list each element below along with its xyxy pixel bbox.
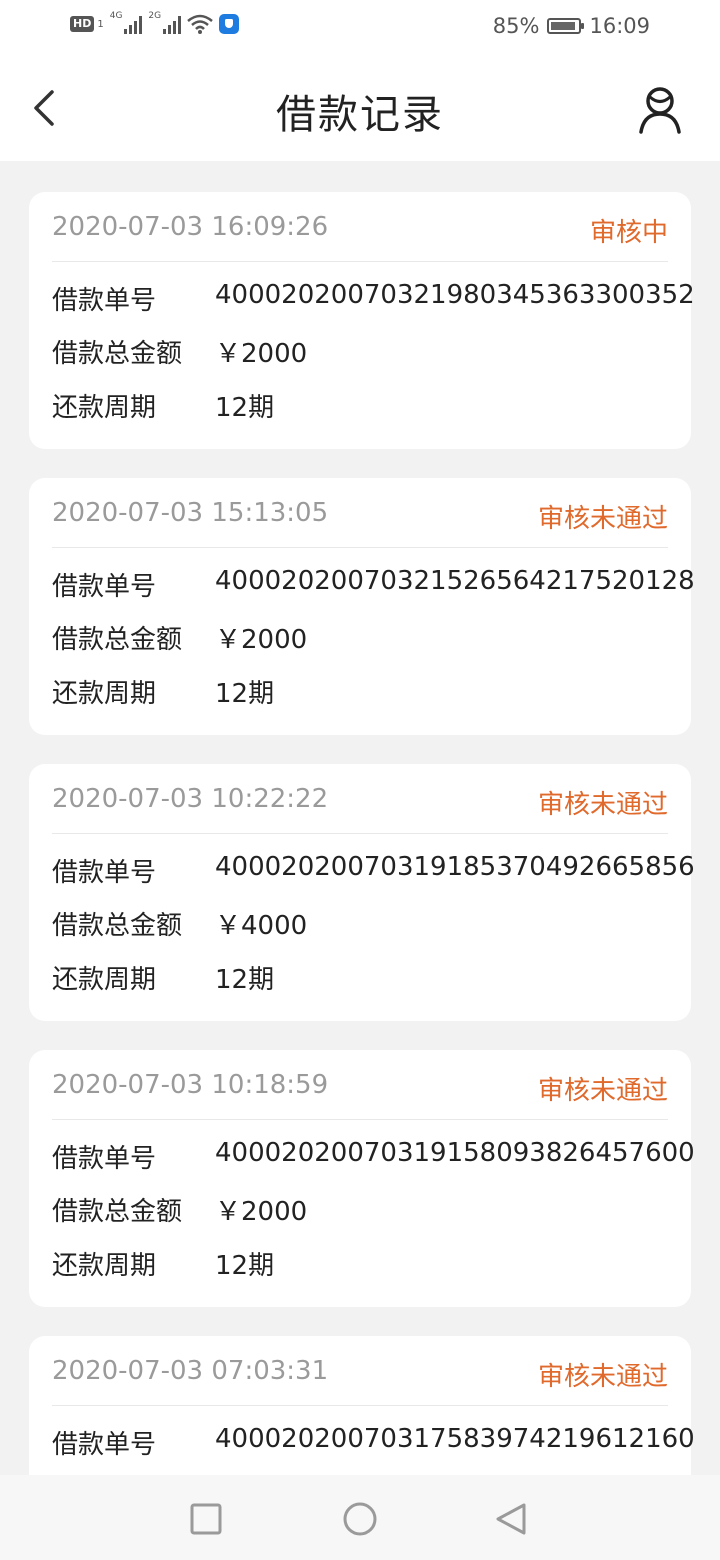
order-no-value: 40002020070319158093826457600 [215,1138,695,1168]
sim-number: 1 [97,18,104,30]
record-status: 审核未通过 [537,1076,668,1106]
user-profile-button[interactable] [636,84,684,136]
user-icon [639,87,681,134]
card-divider [52,261,668,262]
triangle-back-icon [496,1503,526,1535]
period-label: 还款周期 [52,965,157,995]
hd-icon: HD [70,16,95,32]
record-time: 2020-07-03 16:09:26 [52,212,329,242]
record-time: 2020-07-03 10:22:22 [52,784,329,814]
card-divider [52,1405,668,1406]
record-status: 审核未通过 [537,790,668,820]
period-value: 12期 [215,1251,275,1281]
record-card[interactable]: 2020-07-03 07:03:31 审核未通过 借款单号 400020200… [29,1336,695,1475]
loan-record-list[interactable]: 2020-07-03 16:09:26 审核中 借款单号 40002020070… [0,161,720,1475]
amount-value: ￥4000 [215,911,308,941]
clock: 16:09 [589,14,650,38]
amount-value: ￥2000 [215,339,308,369]
order-no-label: 借款单号 [52,286,157,316]
period-label: 还款周期 [52,679,157,709]
period-value: 12期 [215,393,275,423]
signal-icon-2 [163,14,182,34]
period-value: 12期 [215,679,275,709]
record-status: 审核未通过 [537,1362,668,1392]
card-divider [52,833,668,834]
record-status: 审核未通过 [537,504,668,534]
amount-value: ￥2000 [215,1197,308,1227]
order-no-label: 借款单号 [52,858,157,888]
card-divider [52,547,668,548]
record-card[interactable]: 2020-07-03 15:13:05 审核未通过 借款单号 400020200… [29,478,695,735]
record-time: 2020-07-03 07:03:31 [52,1356,329,1386]
amount-value: ￥2000 [215,625,308,655]
period-label: 还款周期 [52,393,157,423]
recents-button[interactable] [184,1497,228,1541]
record-time: 2020-07-03 15:13:05 [52,498,329,528]
order-no-label: 借款单号 [52,1430,157,1460]
record-time: 2020-07-03 10:18:59 [52,1070,329,1100]
app-header: 借款记录 [0,56,720,161]
record-card[interactable]: 2020-07-03 16:09:26 审核中 借款单号 40002020070… [29,192,695,449]
amount-label: 借款总金额 [52,339,183,369]
card-divider [52,1119,668,1120]
period-value: 12期 [215,965,275,995]
record-card[interactable]: 2020-07-03 10:18:59 审核未通过 借款单号 400020200… [29,1050,695,1307]
network-type-1: 4G [109,11,123,21]
record-status: 审核中 [589,218,668,248]
status-bar: HD 1 4G 2G 85% 16:09 [0,0,720,56]
battery-icon [547,18,585,34]
amount-label: 借款总金额 [52,911,183,941]
order-no-value: 40002020070321980345363300352 [215,280,695,310]
status-left: HD 1 4G 2G [70,11,240,34]
period-label: 还款周期 [52,1251,157,1281]
order-no-value: 40002020070317583974219612160 [215,1424,695,1454]
order-no-value: 40002020070321526564217520128 [215,566,695,596]
network-type-2: 2G [148,11,162,21]
page-title: 借款记录 [276,92,444,138]
screen: HD 1 4G 2G 85% 16:09 借款记录 2020-07-03 16:… [0,0,720,1560]
back-nav-button[interactable] [490,1497,534,1541]
battery-percent: 85% [492,14,540,38]
order-no-label: 借款单号 [52,1144,157,1174]
order-no-value: 40002020070319185370492665856 [215,852,695,882]
amount-label: 借款总金额 [52,625,183,655]
home-button[interactable] [338,1497,382,1541]
signal-icon [124,14,143,34]
circle-icon [343,1502,377,1536]
square-icon [190,1503,222,1535]
shield-icon [219,14,240,34]
amount-label: 借款总金额 [52,1197,183,1227]
system-nav-bar [0,1475,720,1560]
status-right: 85% 16:09 [493,14,650,38]
wifi-icon [187,14,213,34]
order-no-label: 借款单号 [52,572,157,602]
record-card[interactable]: 2020-07-03 10:22:22 审核未通过 借款单号 400020200… [29,764,695,1021]
